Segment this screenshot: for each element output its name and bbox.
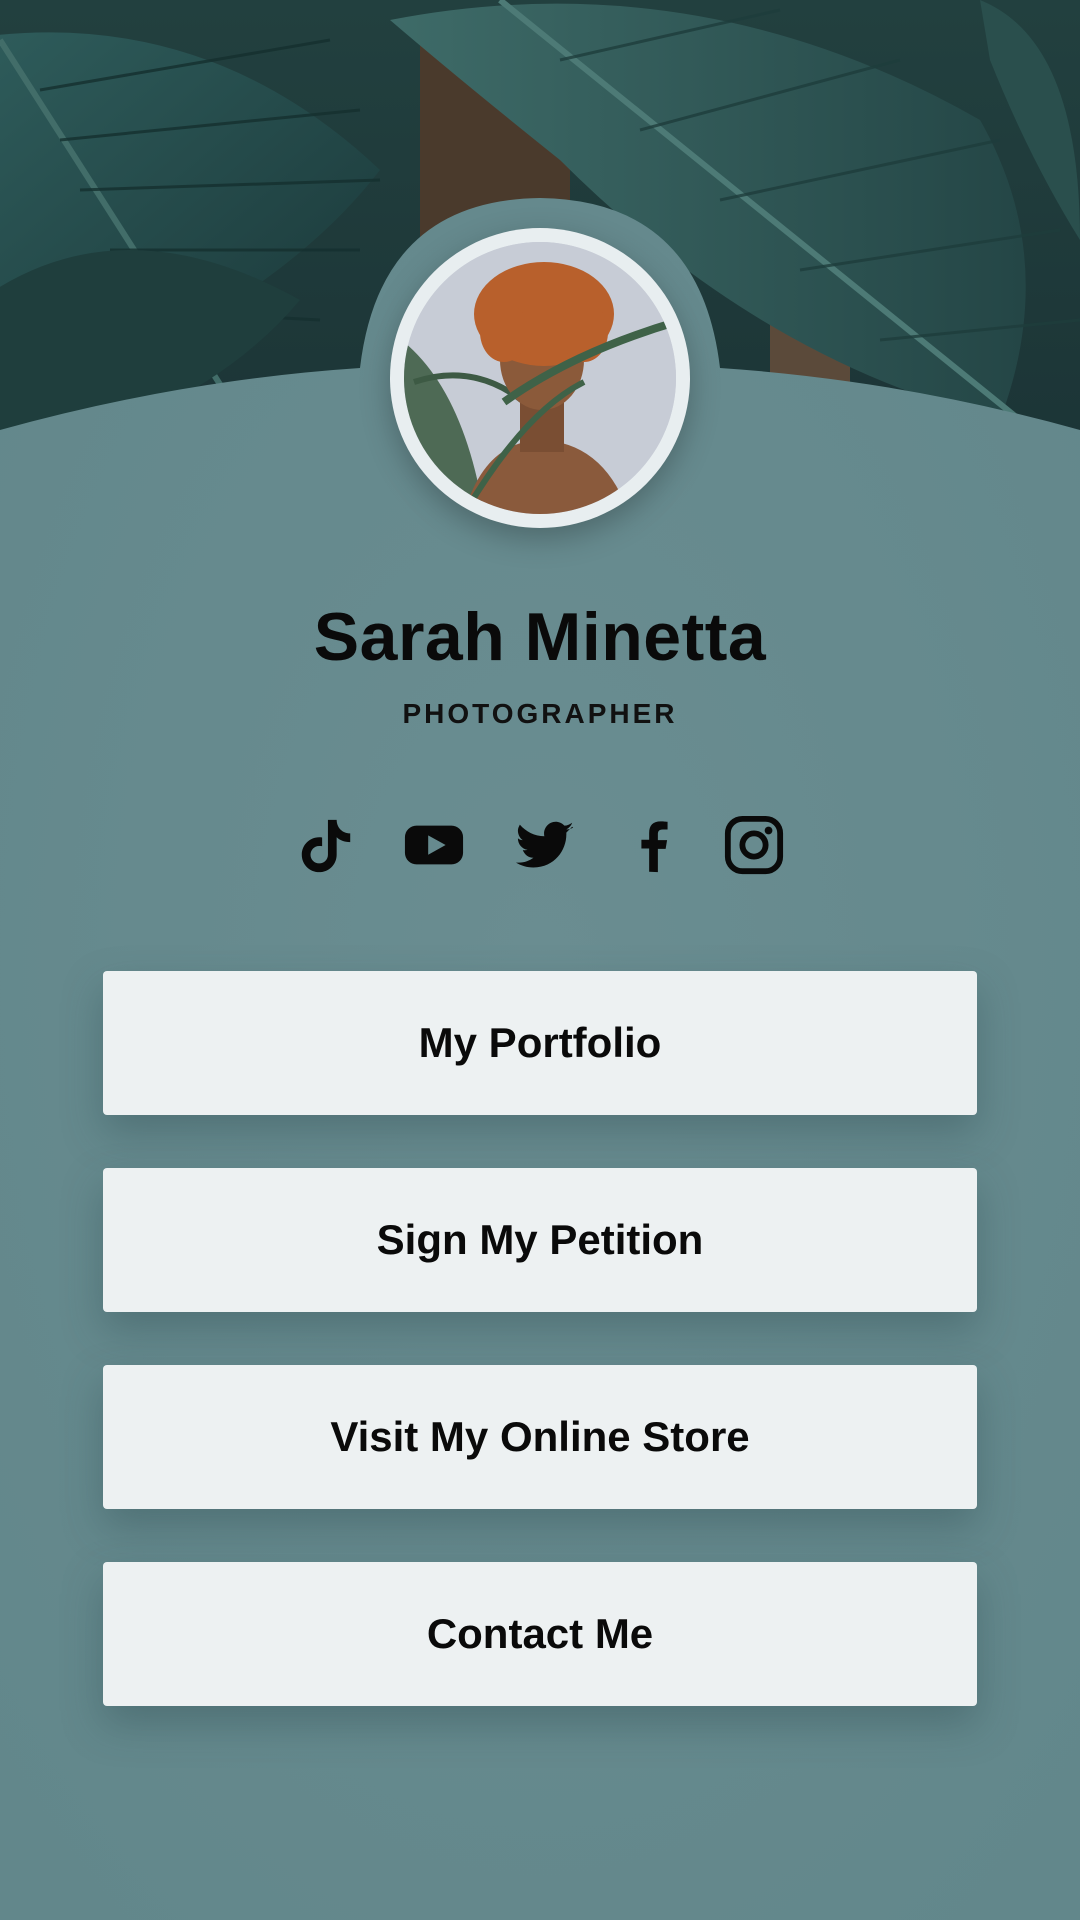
facebook-icon[interactable] <box>619 810 689 880</box>
sign-petition-button[interactable]: Sign My Petition <box>103 1168 977 1312</box>
my-portfolio-button[interactable]: My Portfolio <box>103 971 977 1115</box>
online-store-button[interactable]: Visit My Online Store <box>103 1365 977 1509</box>
tiktok-icon[interactable] <box>291 810 361 880</box>
instagram-icon[interactable] <box>719 810 789 880</box>
youtube-icon[interactable] <box>399 810 469 880</box>
profile-name: Sarah Minetta <box>313 599 767 675</box>
twitter-icon[interactable] <box>511 810 581 880</box>
profile-role: PHOTOGRAPHER <box>402 698 678 729</box>
social-links <box>0 810 1080 880</box>
contact-me-button[interactable]: Contact Me <box>103 1562 977 1706</box>
avatar-photo <box>404 242 676 514</box>
avatar[interactable] <box>390 228 690 528</box>
